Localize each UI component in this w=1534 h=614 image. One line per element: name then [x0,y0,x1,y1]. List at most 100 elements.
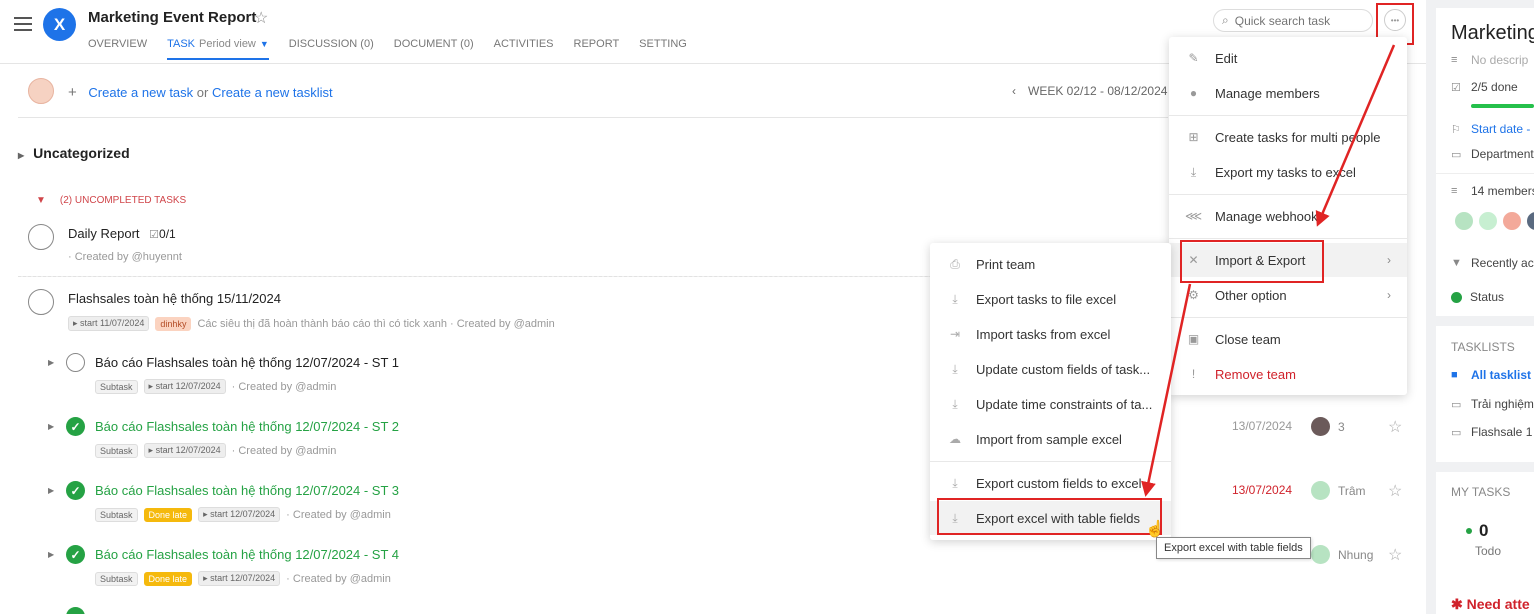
submenu-item-update-custom[interactable]: ⤓ Update custom fields of task... [930,352,1171,386]
task-name[interactable]: Báo cáo Flashsales toàn hệ thống 12/07/2… [95,355,399,370]
task-meta: Subtask ▸ start 12/07/2024 · Created by … [95,443,336,458]
tab-report[interactable]: REPORT [574,38,620,60]
group-header[interactable]: ▶ Uncategorized [18,145,130,161]
quick-search[interactable]: ⌕ [1213,9,1373,32]
subtask-chip: Subtask [95,571,138,586]
department-row[interactable]: ▭ Department [1451,147,1534,161]
member-avatars[interactable] [1453,210,1534,232]
expand-icon[interactable]: ▶ [48,486,54,495]
submenu-item-print[interactable]: ⎙ Print team [930,247,1171,281]
tab-activities[interactable]: ACTIVITIES [494,38,554,60]
plus-square-icon: ⊞ [1188,130,1199,144]
menu-item-close-team[interactable]: ▣ Close team [1169,322,1407,356]
completed-check-icon[interactable]: ✓ [66,417,85,436]
menu-item-export-my-tasks[interactable]: ⤓ Export my tasks to excel [1169,155,1407,189]
star-icon[interactable]: ☆ [1388,545,1402,565]
submenu-item-export-custom[interactable]: ⤓ Export custom fields to excel [930,466,1171,500]
expand-icon[interactable]: ▶ [48,422,54,431]
avatar [1311,417,1330,436]
task-complete-toggle[interactable] [66,353,85,372]
search-input[interactable] [1234,13,1355,28]
cloud-upload-icon: ☁ [949,432,961,446]
submenu-item-export-file[interactable]: ⤓ Export tasks to file excel [930,282,1171,316]
tab-label: OVERVIEW [88,38,148,50]
completed-check-icon[interactable]: ✓ [66,481,85,500]
task-meta: ▸ start 11/07/2024 dinhky Các siêu thị đ… [68,316,555,331]
task-name[interactable]: Báo cáo Flashsales toàn hệ thống 12/07/2… [95,419,399,434]
start-date-chip: ▸ start 12/07/2024 [143,379,226,394]
expand-icon[interactable]: ▶ [48,550,54,559]
submenu-item-update-time[interactable]: ⤓ Update time constraints of ta... [930,387,1171,421]
members-text: 14 members [1471,184,1534,198]
menu-item-other-option[interactable]: ⚙ Other option › [1169,278,1407,312]
tasklist-item[interactable]: ▭ Flashsale 1 [1451,425,1532,439]
menu-item-remove-team[interactable]: ! Remove team [1169,357,1407,391]
create-task-link[interactable]: Create a new task [88,85,193,100]
tab-label: DISCUSSION (0) [288,38,374,50]
tasklist-item[interactable]: ▭ Trải nghiệm [1451,397,1534,411]
task-complete-toggle[interactable] [28,224,54,250]
menu-item-webhooks[interactable]: ⋘ Manage webhooks [1169,199,1407,233]
task-meta: Subtask Done late ▸ start 12/07/2024 · C… [95,571,391,586]
start-date: start 11/07/2024 [80,318,145,328]
start-date-chip: ▸ start 12/07/2024 [198,571,281,586]
import-export-submenu: ⎙ Print team ⤓ Export tasks to file excel … [930,243,1171,540]
created-by: · Created by @admin [231,380,337,393]
star-icon[interactable]: ☆ [1388,481,1402,501]
submenu-item-import-sample[interactable]: ☁ Import from sample excel [930,422,1171,456]
tab-label: SETTING [639,38,687,50]
tab-discussion[interactable]: DISCUSSION (0) [289,38,374,60]
tasklist-label: Flashsale 1 [1471,425,1533,439]
favorite-star-icon[interactable]: ☆ [254,8,268,28]
tab-document[interactable]: DOCUMENT (0) [394,38,474,60]
menu-label: Export my tasks to excel [1215,164,1356,180]
start-date-row[interactable]: ⚐ Start date - [1451,122,1530,136]
share-icon: ⋘ [1184,209,1203,223]
folder-icon: ▭ [1451,148,1462,161]
update-icon: ⤓ [952,361,958,376]
assignee[interactable]: Trâm [1311,481,1366,500]
tab-overview[interactable]: OVERVIEW [88,38,147,60]
tab-task[interactable]: TASK Period view ▼ [167,38,269,60]
create-tasklist-link[interactable]: Create a new tasklist [212,85,333,100]
status-row[interactable]: Status [1451,290,1504,304]
chevron-down-icon[interactable]: ▼ [260,39,269,49]
due-date: 13/07/2024 [1232,419,1293,433]
menu-label: Print team [976,256,1036,272]
task-complete-toggle[interactable] [28,289,54,315]
task-name[interactable]: Báo cáo Flashsales toàn hệ thống 12/07/2… [95,547,399,562]
divider [1436,173,1534,174]
todo-count[interactable]: 0 [1466,521,1488,541]
completed-check-icon[interactable]: ✓ [66,545,85,564]
task-description: Các siêu thị đã hoàn thành báo cáo thì c… [197,317,555,330]
team-title: Marketing [1451,22,1534,44]
recent-activity-row[interactable]: ▼ Recently act [1451,256,1534,270]
chevron-left-icon[interactable]: ‹ [1012,84,1016,98]
task-name[interactable]: Flashsales toàn hệ thống 15/11/2024 [68,291,281,306]
start-date: start 12/07/2024 [155,381,221,391]
start-date-chip: ▸ start 12/07/2024 [198,507,281,522]
assignee[interactable]: 3 [1311,417,1345,436]
task-name[interactable]: Báo cáo Flashsales toàn hệ thống 12/07/2… [95,483,399,498]
members-row[interactable]: ≡ 14 members [1451,184,1534,198]
progress-text: 2/5 done [1471,80,1518,94]
create-row: + Create a new task or Create a new task… [68,84,333,101]
tasklist-all[interactable]: ■ All tasklist [1451,368,1531,382]
task-name[interactable]: Daily Report ☑0/1 [68,226,176,241]
task-meta: · Created by @huyennt [68,251,182,263]
description-text: No descrip [1471,53,1529,67]
expand-icon[interactable]: ▶ [48,358,54,367]
description-row[interactable]: ≡ No descrip [1451,53,1528,67]
assignee[interactable]: Nhung [1311,545,1373,564]
hamburger-menu-icon[interactable] [14,17,32,31]
menu-item-manage-members[interactable]: ● Manage members [1169,76,1407,110]
start-date: start 12/07/2024 [210,573,276,583]
submenu-item-import-excel[interactable]: ⇥ Import tasks from excel [930,317,1171,351]
menu-item-create-multi[interactable]: ⊞ Create tasks for multi people [1169,120,1407,154]
completed-check-icon[interactable] [66,607,85,614]
star-icon[interactable]: ☆ [1388,417,1402,437]
tab-setting[interactable]: SETTING [639,38,687,60]
menu-divider [1169,238,1407,239]
menu-item-edit[interactable]: ✎ Edit [1169,41,1407,75]
uncompleted-header[interactable]: ▼ (2) UNCOMPLETED TASKS [36,195,186,206]
